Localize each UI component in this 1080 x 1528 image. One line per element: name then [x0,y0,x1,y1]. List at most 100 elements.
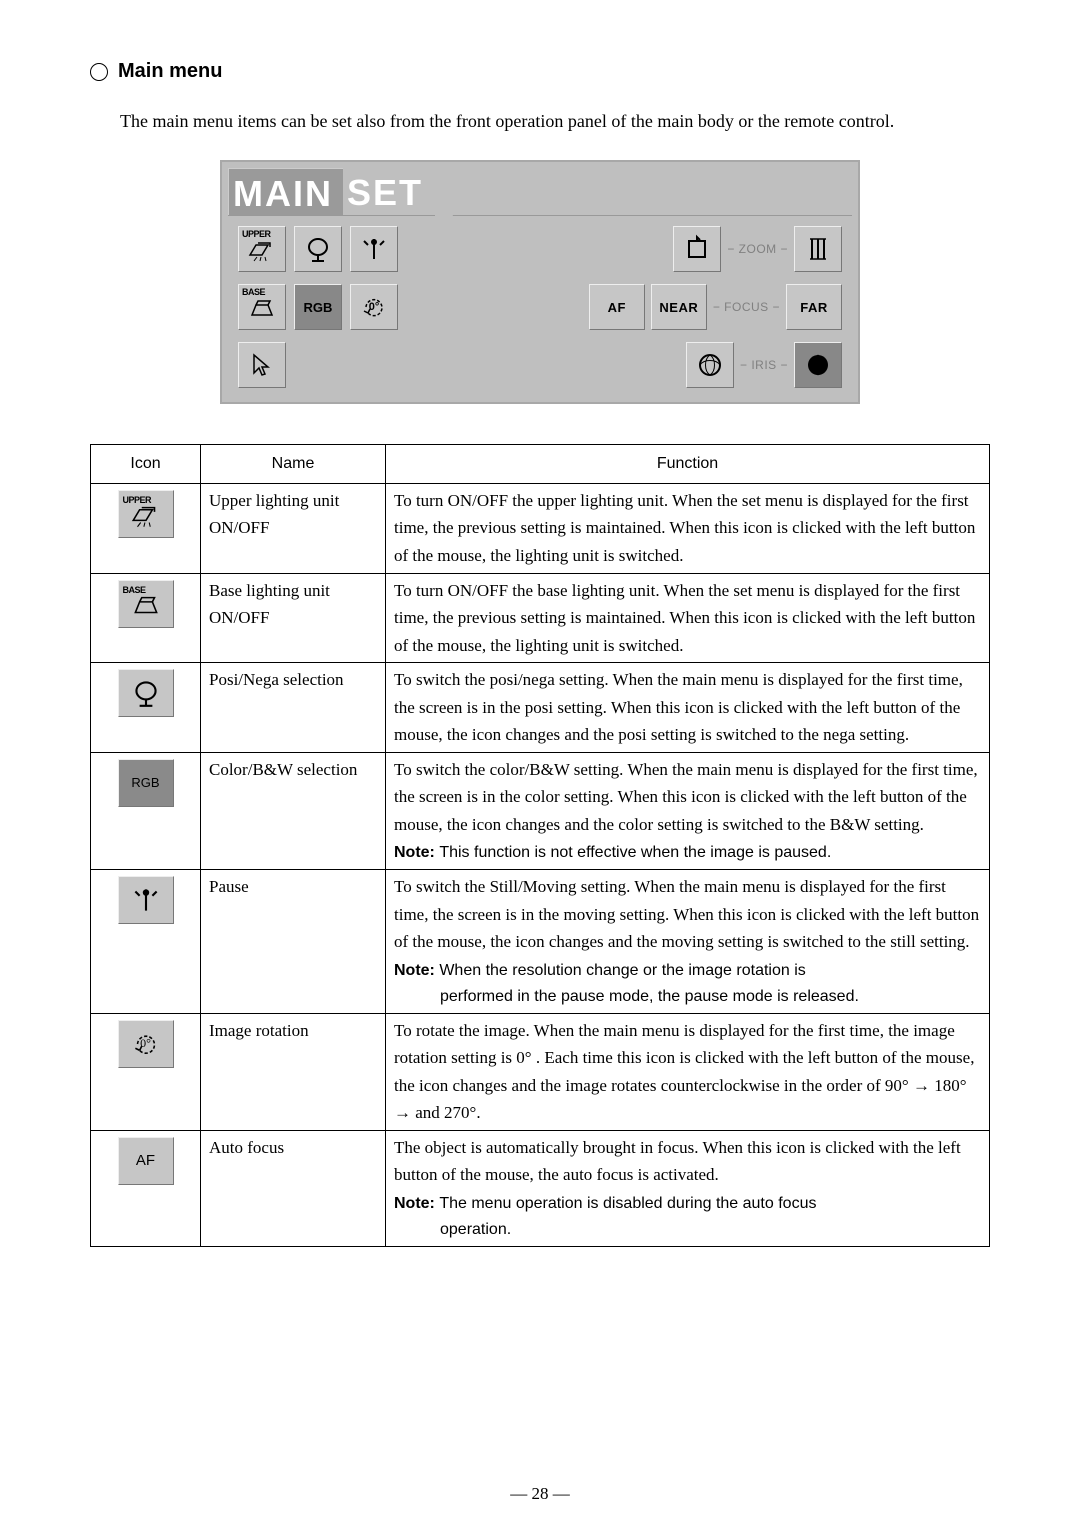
table-row: RGB Color/B&W selectionTo switch the colo… [91,752,990,870]
note-line: Note: This function is not effective whe… [394,838,981,866]
name-cell: Image rotation [201,1013,386,1130]
name-cell: Base lighting unit ON/OFF [201,573,386,663]
function-cell: The object is automatically brought in f… [386,1130,990,1246]
name-cell: Posi/Nega selection [201,663,386,753]
table-row: BASE Base lighting unit ON/OFFTo turn ON/… [91,573,990,663]
focus-label: − FOCUS − [713,300,780,314]
section-title: Main menu [90,60,990,83]
icon-cell: RGB [91,752,201,870]
iris-label: − IRIS − [740,358,788,372]
icon-corner-label: UPPER [123,493,152,508]
panel-upper-button[interactable]: UPPER [238,226,286,272]
panel-base-label: BASE [242,287,265,297]
panel-rotate-button[interactable]: 0° [350,284,398,330]
function-text: To switch the Still/Moving setting. When… [394,873,981,956]
panel-pause-button[interactable] [350,226,398,272]
cursor-icon [246,349,278,381]
iris-close-icon [802,349,834,381]
function-text: To switch the posi/nega setting. When th… [394,666,981,749]
function-text: To turn ON/OFF the upper lighting unit. … [394,487,981,570]
panel-near-button[interactable]: NEAR [651,284,707,330]
name-cell: Auto focus [201,1130,386,1246]
intro-text: The main menu items can be set also from… [120,111,990,132]
panel-far-button[interactable]: FAR [786,284,842,330]
function-cell: To turn ON/OFF the base lighting unit. W… [386,573,990,663]
function-cell: To switch the Still/Moving setting. When… [386,870,990,1013]
table-row: PauseTo switch the Still/Moving setting.… [91,870,990,1013]
bullet-marker [90,63,108,81]
note-prefix: Note: [394,844,439,861]
function-cell: To rotate the image. When the main menu … [386,1013,990,1130]
function-cell: To switch the posi/nega setting. When th… [386,663,990,753]
panel-posinega-button[interactable] [294,226,342,272]
rotate-label: 0° [369,301,380,313]
panel-zoom-wide-button[interactable] [794,226,842,272]
function-table: Icon Name Function UPPER Upper lighting u… [90,444,990,1247]
zoom-wide-icon [802,233,834,265]
name-cell: Color/B&W selection [201,752,386,870]
section-title-text: Main menu [118,60,222,83]
panel-iris-open-button[interactable] [686,342,734,388]
note-text: When the resolution change or the image … [439,962,805,979]
af-label: AF [608,300,626,315]
col-icon: Icon [91,445,201,484]
near-label: NEAR [659,300,698,315]
far-label: FAR [800,300,828,315]
note-text-cont: performed in the pause mode, the pause m… [394,984,981,1010]
af-table-icon: AF [118,1137,174,1185]
panel-af-button[interactable]: AF [589,284,645,330]
note-prefix: Note: [394,1195,439,1212]
zoom-tele-icon [681,233,713,265]
rgb-label: RGB [304,300,333,315]
upper-table-icon: UPPER [118,490,174,538]
icon-cell: 0° [91,1013,201,1130]
rotate-table-icon: 0° [118,1020,174,1068]
function-cell: To switch the color/B&W setting. When th… [386,752,990,870]
table-row: UPPER Upper lighting unit ON/OFFTo turn O… [91,483,990,573]
pause-table-icon [118,876,174,924]
tab-set: SET [343,168,435,215]
note-text: The menu operation is disabled during th… [439,1195,816,1212]
main-set-panel: MAIN SET UPPER − ZOOM − [220,160,860,404]
panel-rgb-button[interactable]: RGB [294,284,342,330]
page-number: — 28 — [0,1484,1080,1504]
table-row: AF Auto focusThe object is automatically … [91,1130,990,1246]
rgb-text: RGB [131,772,159,793]
posinega-icon [302,233,334,265]
base-table-icon: BASE [118,580,174,628]
table-row: 0° Image rotationTo rotate the image. Whe… [91,1013,990,1130]
icon-corner-label: BASE [123,583,146,598]
panel-iris-close-button[interactable] [794,342,842,388]
function-text: To turn ON/OFF the base lighting unit. W… [394,577,981,660]
function-text: To switch the color/B&W setting. When th… [394,756,981,839]
icon-cell: BASE [91,573,201,663]
note-line: Note: When the resolution change or the … [394,956,981,984]
pause-icon [129,883,163,917]
tab-main: MAIN [228,168,345,215]
rgb-table-icon: RGB [118,759,174,807]
panel-cursor-button[interactable] [238,342,286,388]
icon-cell: UPPER [91,483,201,573]
panel-upper-label: UPPER [242,229,271,239]
panel-base-button[interactable]: BASE [238,284,286,330]
iris-open-icon [694,349,726,381]
function-text: To rotate the image. When the main menu … [394,1017,981,1127]
panel-zoom-tele-button[interactable] [673,226,721,272]
col-name: Name [201,445,386,484]
icon-cell [91,870,201,1013]
function-text: The object is automatically brought in f… [394,1134,981,1189]
note-text-cont: operation. [394,1217,981,1243]
icon-cell: AF [91,1130,201,1246]
note-prefix: Note: [394,962,439,979]
pause-icon [358,233,390,265]
rotate-text: 0° [140,1034,151,1053]
function-cell: To turn ON/OFF the upper lighting unit. … [386,483,990,573]
af-text: AF [136,1149,155,1173]
col-function: Function [386,445,990,484]
name-cell: Upper lighting unit ON/OFF [201,483,386,573]
note-line: Note: The menu operation is disabled dur… [394,1189,981,1217]
table-row: Posi/Nega selectionTo switch the posi/ne… [91,663,990,753]
icon-cell [91,663,201,753]
note-text: This function is not effective when the … [439,844,831,861]
posinega-table-icon [118,669,174,717]
